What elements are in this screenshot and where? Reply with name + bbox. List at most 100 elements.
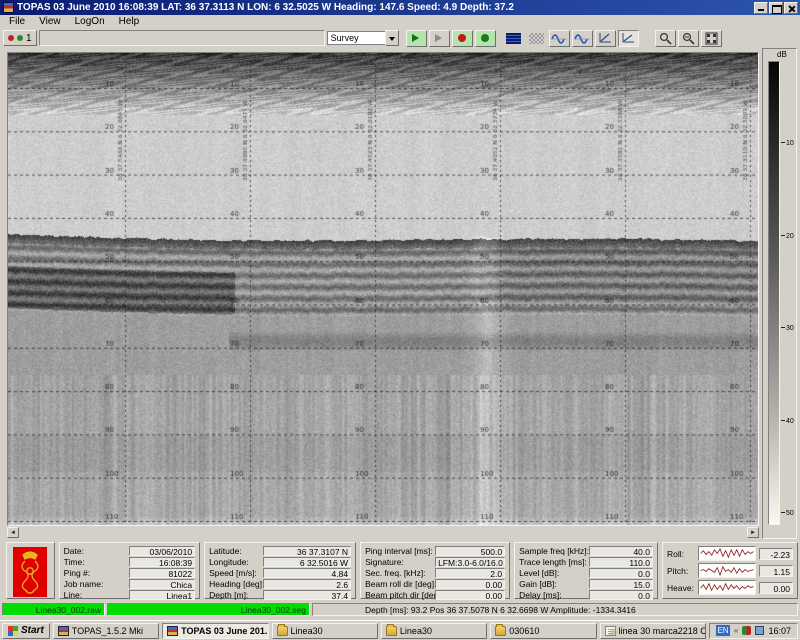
tray-status-icon[interactable] — [742, 626, 751, 635]
tx-green-led-icon — [17, 35, 23, 41]
motion-value: -2.23 — [759, 548, 793, 560]
tray-display-icon[interactable] — [755, 626, 764, 635]
scroll-left-icon[interactable]: ◄ — [7, 527, 19, 538]
seg-file-badge: Linea30_002.seg — [107, 603, 310, 616]
field-value: 2.0 — [435, 568, 505, 578]
green-circle-icon — [481, 34, 489, 42]
graph2-button[interactable] — [618, 30, 639, 47]
taskbar-button[interactable]: Linea30 — [381, 623, 487, 639]
graph-button[interactable] — [595, 30, 616, 47]
folder-icon — [277, 626, 288, 636]
raw-view-button[interactable] — [526, 30, 547, 47]
minimize-icon[interactable] — [754, 2, 768, 14]
maximize-icon[interactable] — [769, 2, 783, 14]
motion-value: 1.15 — [759, 565, 793, 577]
play-gray-icon — [435, 34, 446, 42]
colorbar: dB 1020304050 — [762, 48, 797, 539]
echogram-scrollbar[interactable]: ◄ ► — [7, 527, 759, 539]
folder-icon — [495, 626, 506, 636]
field-label: Delay [ms]: — [519, 590, 589, 600]
trace-view2-button[interactable] — [572, 30, 593, 47]
zoom-out-icon — [682, 32, 695, 45]
motion-row: Heave:0.00 — [667, 580, 793, 595]
panel-row: Delay [ms]:0.0 — [519, 590, 653, 600]
trace-view-button[interactable] — [549, 30, 570, 47]
waveform-icon — [699, 564, 755, 577]
play-button[interactable] — [406, 30, 427, 47]
field-value: 40.0 — [589, 546, 653, 556]
panel-row: Signature:LFM:3.0-6.0/16.0 — [365, 557, 505, 567]
record-icon — [458, 34, 466, 42]
field-label: Trace length [ms]: — [519, 557, 589, 567]
taskbar-button[interactable]: Linea30 — [272, 623, 378, 639]
title-bar[interactable]: TOPAS 03 June 2010 16:08:39 LAT: 36 37.3… — [0, 0, 800, 15]
menu-item-view[interactable]: View — [32, 16, 68, 27]
colorbar-unit: dB — [777, 50, 787, 59]
taskbar-button[interactable]: linea 30 marca2218 CHA... — [600, 623, 706, 639]
transmit-indicator: 1 — [3, 30, 37, 46]
motion-label: Roll: — [667, 549, 695, 559]
panel-row: Line:Linea1 — [64, 590, 195, 600]
taskbar-button[interactable]: TOPAS 03 June 201... — [162, 623, 268, 639]
clock: 16:07 — [768, 626, 791, 636]
field-value: 15.0 — [589, 579, 653, 589]
toolbar: 1 Survey — [0, 28, 800, 48]
field-value: 0.00 — [435, 590, 505, 600]
echogram-canvas[interactable] — [8, 53, 758, 525]
wave-icon — [551, 33, 567, 44]
taskbar-button[interactable]: TOPAS_1.5.2 Mki — [53, 623, 159, 639]
menu-item-logon[interactable]: LogOn — [68, 16, 112, 27]
system-tray: EN « 16:07 — [709, 623, 798, 639]
record-button[interactable] — [452, 30, 473, 47]
topas-icon — [167, 626, 178, 636]
field-label: Sec. freq. [kHz]: — [365, 568, 435, 578]
close-icon[interactable] — [784, 2, 798, 14]
play-disabled-button[interactable] — [429, 30, 450, 47]
field-label: Time: — [64, 557, 129, 567]
start-label: Start — [21, 625, 44, 636]
panel-row: Heading [deg]:2.6 — [209, 579, 351, 589]
colorbar-tick: 40 — [781, 418, 794, 425]
field-value: 81022 — [129, 568, 195, 578]
menu-item-file[interactable]: File — [2, 16, 32, 27]
language-indicator[interactable]: EN — [716, 625, 730, 636]
chevron-down-icon[interactable] — [385, 30, 399, 46]
fit-view-button[interactable] — [701, 30, 722, 47]
receiver-group: Sample freq [kHz]:40.0Trace length [ms]:… — [514, 542, 658, 599]
taskbar-button-label: linea 30 marca2218 CHA... — [619, 626, 706, 636]
colorbar-tick: 10 — [781, 140, 794, 147]
colorbar-tick: 20 — [781, 233, 794, 240]
transmit-group: Ping interval [ms]:500.0Signature:LFM:3.… — [360, 542, 510, 599]
field-value: 500.0 — [435, 546, 505, 556]
field-value: Chica — [129, 579, 195, 589]
log-button[interactable] — [475, 30, 496, 47]
field-value: 110.0 — [589, 557, 653, 567]
motion-group: Roll:-2.23Pitch:1.15Heave:0.00 — [662, 542, 798, 599]
panel-row: Ping #:81022 — [64, 568, 195, 578]
field-value: 36 37.3107 N — [263, 546, 351, 556]
window-title: TOPAS 03 June 2010 16:08:39 LAT: 36 37.3… — [17, 2, 754, 13]
data-panel: Date:03/06/2010Time:16:08:39Ping #:81022… — [0, 540, 800, 600]
field-label: Latitude: — [209, 546, 263, 556]
mode-select[interactable]: Survey — [327, 30, 399, 46]
field-value: 0.00 — [435, 579, 505, 589]
echogram-plot[interactable] — [7, 52, 759, 526]
waveform-icon — [699, 547, 755, 560]
echogram-view-button[interactable] — [503, 30, 524, 47]
raw-file-badge: Linea30_002.raw — [2, 603, 105, 616]
taskbar-button[interactable]: 030610 — [490, 623, 596, 639]
zoom-in-button[interactable] — [655, 30, 676, 47]
tray-chevron-icon[interactable]: « — [734, 626, 738, 635]
field-label: Beam roll dir [deg]: — [365, 579, 435, 589]
zoom-out-button[interactable] — [678, 30, 699, 47]
menu-item-help[interactable]: Help — [112, 16, 147, 27]
panel-row: Date:03/06/2010 — [64, 546, 195, 556]
tx-red-led-icon — [8, 35, 14, 41]
topas-icon — [58, 626, 69, 636]
start-button[interactable]: Start — [2, 623, 50, 639]
scroll-right-icon[interactable]: ► — [747, 527, 759, 538]
field-label: Gain [dB]: — [519, 579, 589, 589]
play-icon — [412, 34, 423, 42]
panel-row: Longitude:6 32.5016 W — [209, 557, 351, 567]
crest-icon — [13, 547, 47, 597]
